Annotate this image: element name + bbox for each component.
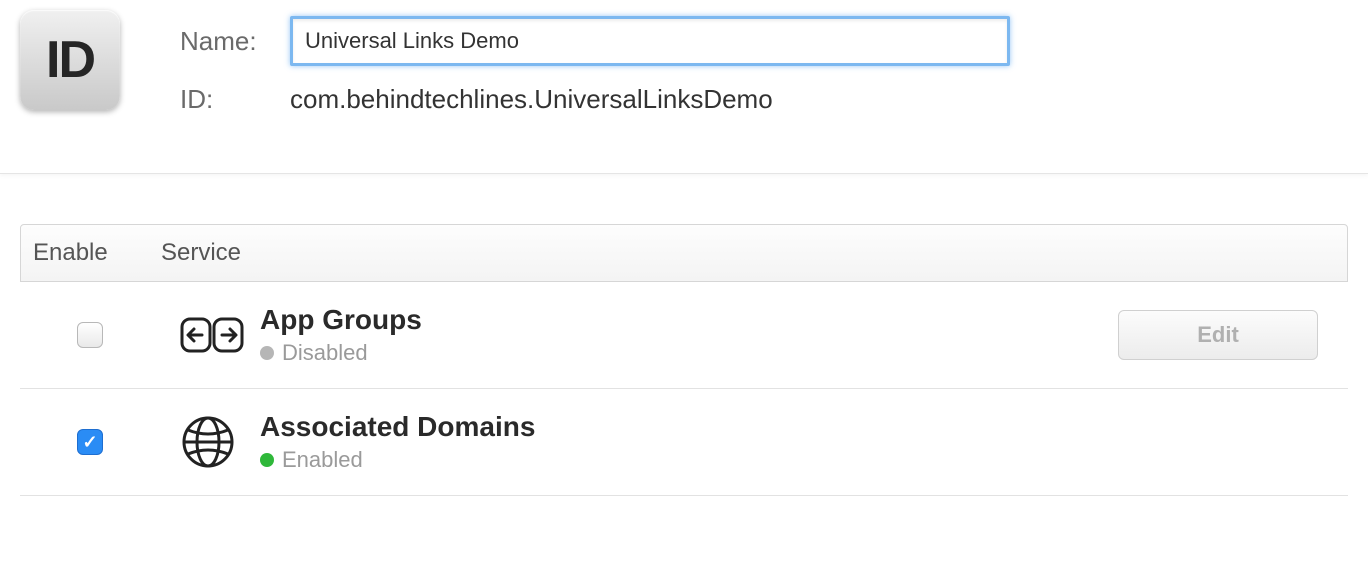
name-field-row: Name:: [180, 16, 1348, 66]
app-id-icon: ID: [20, 10, 120, 110]
id-field-row: ID: com.behindtechlines.UniversalLinksDe…: [180, 84, 1348, 115]
app-id-header: ID Name: ID: com.behindtechlines.Univers…: [0, 0, 1368, 174]
service-row-app-groups: App Groups Disabled Edit: [20, 282, 1348, 389]
checkbox-associated-domains[interactable]: [77, 429, 103, 455]
status-dot-green: [260, 453, 274, 467]
service-status: Enabled: [260, 447, 1118, 473]
id-value: com.behindtechlines.UniversalLinksDemo: [290, 84, 773, 115]
header-service: Service: [161, 239, 1117, 267]
checkbox-app-groups[interactable]: [77, 322, 103, 348]
services-table-header: Enable Service: [20, 224, 1348, 282]
service-row-associated-domains: Associated Domains Enabled: [20, 389, 1348, 496]
edit-button-app-groups[interactable]: Edit: [1118, 310, 1318, 360]
app-groups-icon: [160, 315, 260, 355]
header-enable: Enable: [21, 239, 161, 267]
status-text: Disabled: [282, 340, 368, 366]
service-name: App Groups: [260, 304, 1118, 336]
name-input[interactable]: [290, 16, 1010, 66]
name-label: Name:: [180, 26, 290, 57]
id-label: ID:: [180, 84, 290, 115]
service-status: Disabled: [260, 340, 1118, 366]
status-text: Enabled: [282, 447, 363, 473]
status-dot-grey: [260, 346, 274, 360]
associated-domains-icon: [160, 414, 260, 470]
services-section: Enable Service App Groups Disabled Edit: [0, 224, 1368, 496]
service-name: Associated Domains: [260, 411, 1118, 443]
header-fields: Name: ID: com.behindtechlines.UniversalL…: [180, 10, 1348, 133]
